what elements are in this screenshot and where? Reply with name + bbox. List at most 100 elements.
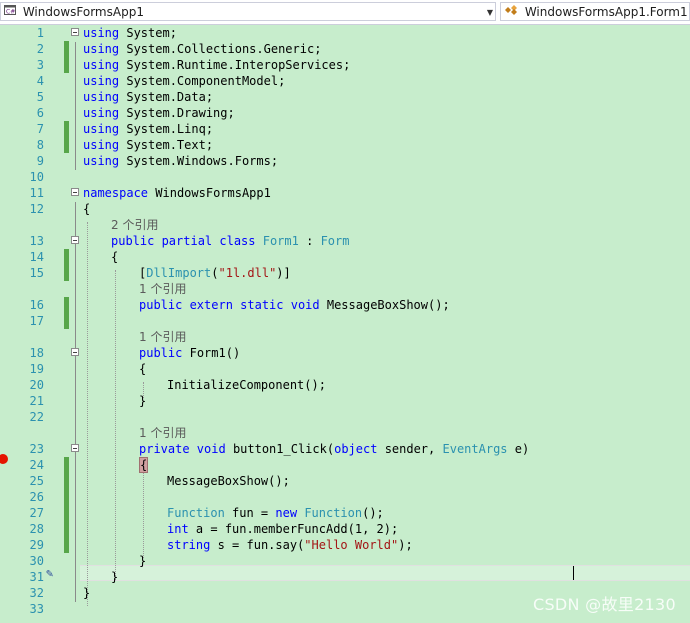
line-number: 1 bbox=[36, 26, 44, 40]
line-number: 28 bbox=[29, 522, 44, 536]
line-number: 3 bbox=[36, 58, 44, 72]
code-text: using System.ComponentModel; bbox=[83, 74, 286, 88]
code-line[interactable]: 10 bbox=[0, 169, 690, 185]
code-line[interactable]: 21} bbox=[0, 393, 690, 409]
line-number: 16 bbox=[29, 298, 44, 312]
reference-count-row[interactable]: 2 个引用 bbox=[0, 217, 690, 233]
line-number: 4 bbox=[36, 74, 44, 88]
class-icon bbox=[504, 3, 518, 22]
collapse-icon[interactable] bbox=[71, 236, 79, 244]
code-line[interactable]: 26 bbox=[0, 489, 690, 505]
collapse-icon[interactable] bbox=[71, 444, 79, 452]
collapse-icon[interactable] bbox=[71, 348, 79, 356]
code-line[interactable]: 17 bbox=[0, 313, 690, 329]
codelens-reference[interactable]: 1 个引用 bbox=[139, 281, 186, 297]
code-line[interactable]: 5 using System.Data; bbox=[0, 89, 690, 105]
code-text: int a = fun.memberFuncAdd(1, 2); bbox=[167, 522, 399, 536]
code-text: } bbox=[139, 554, 147, 568]
code-text: using System.Runtime.InteropServices; bbox=[83, 58, 351, 72]
code-line[interactable]: 18 public Form1() bbox=[0, 345, 690, 361]
codelens-reference[interactable]: 2 个引用 bbox=[111, 217, 158, 233]
code-line[interactable]: 31} bbox=[0, 569, 690, 585]
line-number: 6 bbox=[36, 106, 44, 120]
code-line[interactable]: 24 { bbox=[0, 457, 690, 473]
code-text: string s = fun.say("Hello World"); bbox=[167, 538, 413, 552]
code-line[interactable]: 14 { bbox=[0, 249, 690, 265]
code-text: [DllImport("1l.dll")] bbox=[139, 266, 291, 280]
code-line[interactable]: 15 [DllImport("1l.dll")] bbox=[0, 265, 690, 281]
codelens-reference[interactable]: 1 个引用 bbox=[139, 329, 186, 345]
code-line[interactable]: 19 { bbox=[0, 361, 690, 377]
code-line[interactable]: 23 private void button1_Click(object send… bbox=[0, 441, 690, 457]
change-marker bbox=[64, 265, 69, 281]
code-text: using System.Collections.Generic; bbox=[83, 42, 322, 56]
collapse-icon[interactable] bbox=[71, 28, 79, 36]
change-marker bbox=[64, 521, 69, 537]
line-number: 2 bbox=[36, 42, 44, 56]
project-dropdown[interactable]: C# WindowsFormsApp1 ▼ bbox=[0, 2, 496, 21]
project-dropdown-label: WindowsFormsApp1 bbox=[22, 5, 144, 19]
code-text: public Form1() bbox=[139, 346, 241, 360]
change-marker bbox=[64, 313, 69, 329]
code-line[interactable]: 2 using System.Collections.Generic; bbox=[0, 41, 690, 57]
code-line[interactable]: 20 InitializeComponent(); bbox=[0, 377, 690, 393]
code-line[interactable]: 30} bbox=[0, 553, 690, 569]
code-text: { bbox=[83, 202, 91, 216]
change-marker bbox=[64, 121, 69, 137]
code-line[interactable]: 12 { bbox=[0, 201, 690, 217]
reference-count-row[interactable]: 1 个引用 bbox=[0, 281, 690, 297]
change-marker bbox=[64, 473, 69, 489]
code-line[interactable]: 22 bbox=[0, 409, 690, 425]
change-marker bbox=[64, 489, 69, 505]
code-line[interactable]: 28 int a = fun.memberFuncAdd(1, 2); bbox=[0, 521, 690, 537]
collapse-icon[interactable] bbox=[71, 188, 79, 196]
code-text: using System.Windows.Forms; bbox=[83, 154, 279, 168]
code-text: { bbox=[139, 457, 149, 473]
code-text: using System.Text; bbox=[83, 138, 214, 152]
line-number: 5 bbox=[36, 90, 44, 104]
line-number: 7 bbox=[36, 122, 44, 136]
code-line[interactable]: 4 using System.ComponentModel; bbox=[0, 73, 690, 89]
code-line[interactable]: 16 public extern static void MessageBoxSh… bbox=[0, 297, 690, 313]
codelens-reference[interactable]: 1 个引用 bbox=[139, 425, 186, 441]
code-line[interactable]: 29 string s = fun.say("Hello World"); bbox=[0, 537, 690, 553]
code-line[interactable]: 27 Function fun = new Function(); bbox=[0, 505, 690, 521]
change-marker bbox=[64, 249, 69, 265]
line-number: 24 bbox=[29, 458, 44, 472]
reference-count-row[interactable]: 1 个引用 bbox=[0, 425, 690, 441]
line-number: 18 bbox=[29, 346, 44, 360]
chevron-down-icon[interactable]: ▼ bbox=[487, 3, 493, 22]
line-number: 27 bbox=[29, 506, 44, 520]
code-text: Function fun = new Function(); bbox=[167, 506, 384, 520]
line-number: 25 bbox=[29, 474, 44, 488]
line-number: 23 bbox=[29, 442, 44, 456]
reference-count-row[interactable]: 1 个引用 bbox=[0, 329, 690, 345]
type-dropdown[interactable]: WindowsFormsApp1.Form1 bbox=[500, 2, 690, 21]
code-text: public extern static void MessageBoxShow… bbox=[139, 298, 450, 312]
line-number: 21 bbox=[29, 394, 44, 408]
svg-text:C#: C# bbox=[6, 9, 15, 16]
type-dropdown-label: WindowsFormsApp1.Form1 bbox=[524, 5, 688, 19]
code-line[interactable]: 25 MessageBoxShow(); bbox=[0, 473, 690, 489]
line-number: 11 bbox=[29, 186, 44, 200]
line-number: 12 bbox=[29, 202, 44, 216]
code-line[interactable]: 9 using System.Windows.Forms; bbox=[0, 153, 690, 169]
line-number: 32 bbox=[29, 586, 44, 600]
code-editor[interactable]: ✎ 1 using System; 2 using System.Collection… bbox=[0, 25, 690, 623]
code-text: } bbox=[111, 570, 119, 584]
code-line[interactable]: 3 using System.Runtime.InteropServices; bbox=[0, 57, 690, 73]
code-line[interactable]: 11 namespace WindowsFormsApp1 bbox=[0, 185, 690, 201]
code-line[interactable]: 6 using System.Drawing; bbox=[0, 105, 690, 121]
code-text: using System.Data; bbox=[83, 90, 214, 104]
code-text: { bbox=[139, 362, 147, 376]
line-number: 31 bbox=[29, 570, 44, 584]
line-number: 13 bbox=[29, 234, 44, 248]
change-marker bbox=[64, 505, 69, 521]
code-line[interactable]: 8 using System.Text; bbox=[0, 137, 690, 153]
change-marker bbox=[64, 41, 69, 57]
line-number: 30 bbox=[29, 554, 44, 568]
code-text: namespace WindowsFormsApp1 bbox=[83, 186, 271, 200]
code-line[interactable]: 7 using System.Linq; bbox=[0, 121, 690, 137]
code-line[interactable]: 1 using System; bbox=[0, 25, 690, 41]
code-line[interactable]: 13 public partial class Form1 : Form bbox=[0, 233, 690, 249]
